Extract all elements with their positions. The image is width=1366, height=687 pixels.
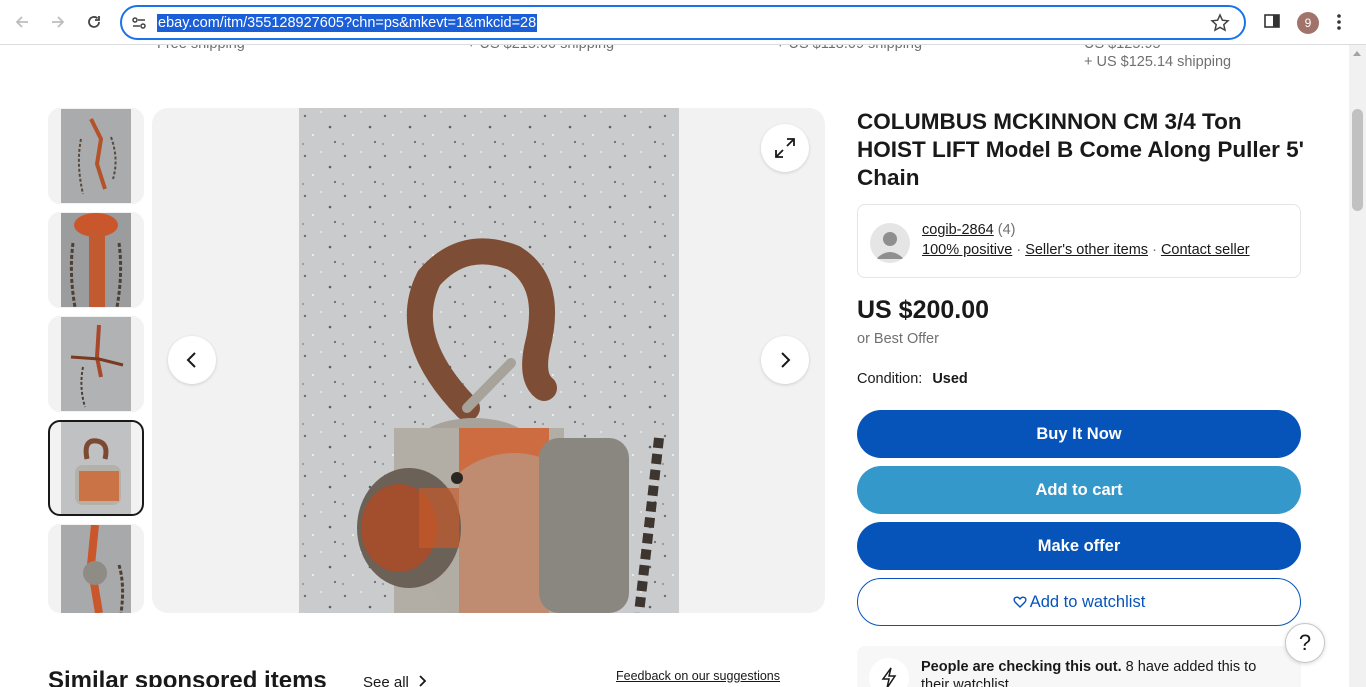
hoist-thumbnail-image [61, 422, 131, 514]
browser-toolbar-front: ebay.com/itm/355128927605?chn=ps&mkevt=1… [0, 0, 1366, 45]
thumbnail-1[interactable] [48, 108, 144, 204]
hoist-thumbnail-image [61, 317, 131, 411]
scrollbar-thumb[interactable] [1352, 109, 1363, 211]
watching-bold-text: People are checking this out. [921, 659, 1122, 675]
contact-seller-link[interactable]: Contact seller [1161, 242, 1250, 258]
seller-avatar[interactable] [870, 223, 910, 263]
shipping-text: + US $125.14 shipping [1084, 54, 1232, 70]
help-question-icon: ? [1298, 630, 1312, 655]
add-to-watchlist-button[interactable]: Add to watchlist [857, 578, 1301, 626]
heart-icon [1013, 596, 1027, 608]
lightning-bolt-icon [869, 658, 909, 687]
hoist-thumbnail-image [61, 525, 131, 613]
bookmark-star-icon[interactable] [1210, 13, 1230, 33]
chevron-right-icon [781, 352, 791, 368]
hoist-thumbnail-image [61, 213, 131, 307]
forward-button[interactable] [45, 9, 71, 35]
see-all-label: See all [363, 674, 409, 687]
seller-feedback-count: (4) [997, 222, 1016, 238]
thumbnail-4-selected[interactable] [48, 420, 144, 516]
chevron-left-icon [186, 352, 196, 368]
arrow-right-icon [52, 16, 65, 28]
reload-button[interactable] [81, 9, 107, 35]
condition-row: Condition: Used [857, 371, 968, 387]
arrow-left-icon [15, 16, 28, 28]
profile-avatar[interactable]: 9 [1297, 12, 1319, 34]
seller-card: cogib-2864 (4) 100% positive · Seller's … [857, 204, 1301, 278]
help-button[interactable]: ? [1285, 623, 1325, 663]
address-bar[interactable]: ebay.com/itm/355128927605?chn=ps&mkevt=1… [120, 5, 1246, 40]
similar-items-heading: Similar sponsored items [48, 667, 327, 687]
seller-username-link[interactable]: cogib-2864 [922, 222, 994, 238]
page-scrollbar[interactable] [1349, 45, 1366, 687]
back-button[interactable] [9, 9, 35, 35]
more-menu-icon[interactable] [1336, 12, 1342, 32]
watching-notice: People are checking this out. 8 have add… [857, 646, 1301, 687]
best-offer-text: or Best Offer [857, 331, 939, 347]
seller-other-items-link[interactable]: Seller's other items [1025, 242, 1148, 258]
expand-image-button[interactable] [761, 124, 809, 172]
condition-label: Condition: [857, 371, 923, 387]
side-panel-icon[interactable] [1263, 12, 1281, 30]
seller-positive-link[interactable]: 100% positive [922, 242, 1012, 258]
item-price: US $200.00 [857, 296, 990, 324]
site-settings-icon[interactable] [130, 14, 148, 32]
reload-icon [88, 16, 100, 28]
see-all-link[interactable]: See all [363, 674, 427, 687]
feedback-suggestions-link[interactable]: Feedback on our suggestions [616, 669, 780, 683]
next-image-button[interactable] [761, 336, 809, 384]
seller-name-row: cogib-2864 (4) [922, 222, 1016, 238]
user-avatar-icon [876, 232, 904, 259]
seller-links-row: 100% positive · Seller's other items · C… [922, 242, 1250, 258]
separator-dot: · [1016, 242, 1022, 258]
buy-it-now-label: Buy It Now [1036, 424, 1122, 443]
scroll-up-arrow[interactable] [1353, 51, 1361, 56]
add-to-cart-button[interactable]: Add to cart [857, 466, 1301, 514]
main-image-viewer[interactable] [152, 108, 825, 613]
watching-text: People are checking this out. 8 have add… [921, 658, 1281, 687]
url-text[interactable]: ebay.com/itm/355128927605?chn=ps&mkevt=1… [157, 14, 538, 32]
make-offer-button[interactable]: Make offer [857, 522, 1301, 570]
hoist-main-photo [299, 108, 679, 613]
buy-it-now-button[interactable]: Buy It Now [857, 410, 1301, 458]
previous-image-button[interactable] [168, 336, 216, 384]
separator-dot: · [1152, 242, 1157, 258]
chevron-right-icon [419, 675, 427, 687]
expand-icon [775, 138, 795, 158]
add-to-cart-label: Add to cart [1035, 480, 1123, 499]
thumbnail-2[interactable] [48, 212, 144, 308]
listing-title: COLUMBUS MCKINNON CM 3/4 Ton HOIST LIFT … [857, 109, 1305, 190]
make-offer-label: Make offer [1037, 536, 1121, 555]
condition-value: Used [932, 371, 968, 387]
thumbnail-5[interactable] [48, 524, 144, 613]
hoist-thumbnail-image [61, 109, 131, 203]
add-to-watchlist-label: Add to watchlist [1029, 592, 1146, 611]
thumbnail-3[interactable] [48, 316, 144, 412]
